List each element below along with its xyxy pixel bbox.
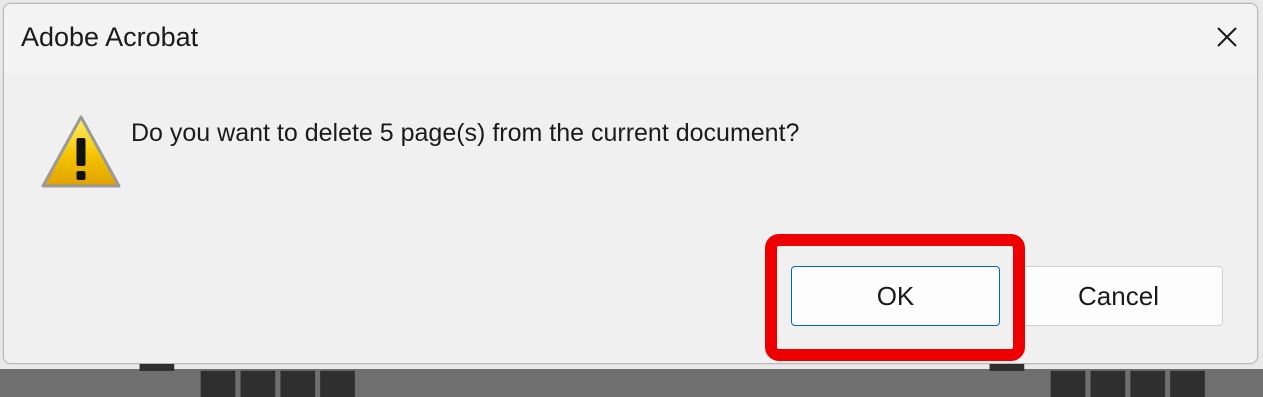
confirm-delete-dialog: Adobe Acrobat Do you want to delete 5 pa… — [3, 3, 1258, 364]
dialog-message: Do you want to delete 5 page(s) from the… — [131, 119, 800, 147]
ok-button[interactable]: OK — [791, 266, 1000, 326]
cancel-button-label: Cancel — [1078, 280, 1159, 311]
cancel-button[interactable]: Cancel — [1014, 266, 1223, 326]
dialog-titlebar: Adobe Acrobat — [4, 4, 1257, 74]
dialog-title: Adobe Acrobat — [21, 22, 199, 52]
close-button[interactable] — [1195, 4, 1257, 74]
dialog-body: Do you want to delete 5 page(s) from the… — [4, 74, 1257, 363]
ok-button-label: OK — [876, 280, 915, 311]
close-icon — [1217, 27, 1237, 47]
warning-icon — [41, 115, 121, 188]
